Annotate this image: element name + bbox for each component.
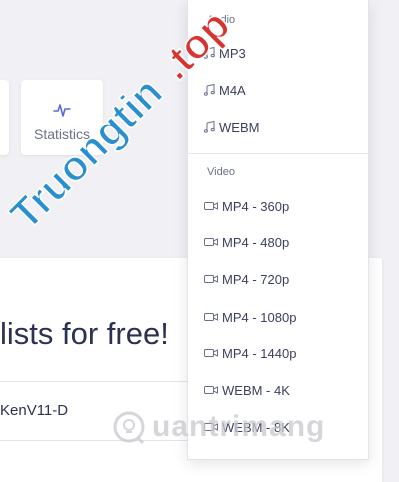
option-label: WEBM - 4K	[222, 382, 290, 398]
audio-group-label: Audio	[207, 14, 236, 26]
video-camera-icon	[204, 386, 218, 394]
option-mp4-360p[interactable]: MP4 - 360p	[204, 196, 289, 216]
video-camera-icon	[204, 238, 218, 246]
option-label: MP4 - 720p	[222, 271, 290, 287]
music-note-icon	[204, 121, 215, 133]
video-camera-icon	[204, 202, 218, 210]
option-label: WEBM - 8K	[222, 419, 290, 435]
option-label: WEBM	[219, 119, 260, 135]
option-mp3[interactable]: MP3	[204, 43, 246, 63]
music-note-icon	[204, 47, 215, 59]
partial-card[interactable]	[0, 80, 9, 155]
option-label: M4A	[219, 82, 246, 98]
option-webm-audio[interactable]: WEBM	[204, 117, 259, 137]
video-camera-icon	[204, 313, 218, 321]
option-label: MP4 - 360p	[222, 198, 290, 214]
option-webm-8k[interactable]: WEBM - 8K	[204, 417, 290, 437]
video-camera-icon	[204, 423, 218, 431]
statistics-card[interactable]: Statistics	[21, 80, 103, 155]
playlist-id-text: KenV11-D	[0, 402, 69, 419]
video-group-label: Video	[207, 166, 235, 178]
option-webm-4k[interactable]: WEBM - 4K	[204, 380, 290, 400]
activity-icon	[53, 103, 71, 117]
option-mp4-720p[interactable]: MP4 - 720p	[204, 269, 289, 289]
music-note-icon	[204, 84, 215, 96]
option-mp4-1080p[interactable]: MP4 - 1080p	[204, 307, 296, 327]
option-mp4-1440p[interactable]: MP4 - 1440p	[204, 343, 296, 363]
option-label: MP3	[219, 45, 246, 61]
option-label: MP4 - 480p	[222, 234, 290, 250]
video-camera-icon	[204, 275, 218, 283]
menu-divider	[188, 153, 368, 154]
option-label: MP4 - 1440p	[222, 345, 297, 361]
format-dropdown-menu: Audio MP3 M4A WEBM Video MP4 - 360p MP4 …	[187, 0, 369, 460]
video-camera-icon	[204, 349, 218, 357]
option-mp4-480p[interactable]: MP4 - 480p	[204, 232, 289, 252]
option-label: MP4 - 1080p	[222, 309, 297, 325]
statistics-label: Statistics	[33, 125, 90, 142]
option-m4a[interactable]: M4A	[204, 80, 246, 100]
